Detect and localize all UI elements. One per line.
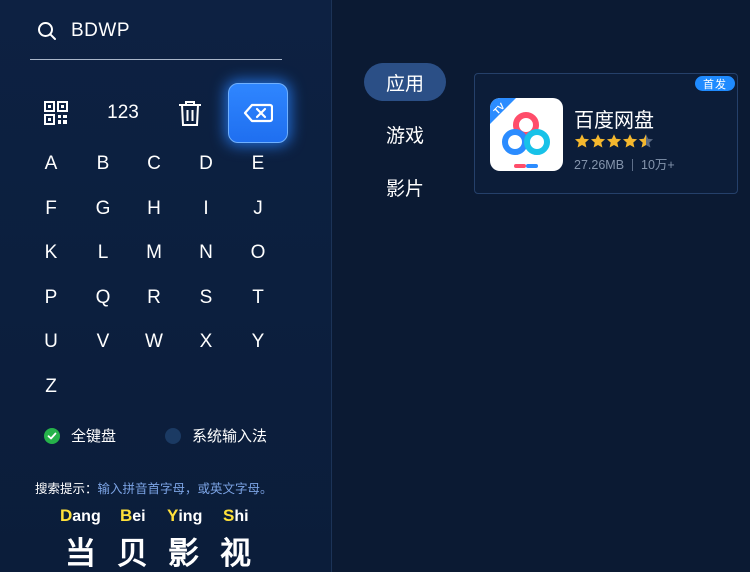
meta-divider <box>632 159 634 171</box>
search-query: BDWP <box>71 20 130 41</box>
mode-label: 系统输入法 <box>192 428 268 445</box>
search-bar[interactable]: BDWP <box>30 12 282 60</box>
brand-char-3: 影 <box>168 536 199 571</box>
hint-label: 搜索提示： <box>35 482 98 496</box>
mode-full-keyboard[interactable]: 全键盘 <box>44 425 116 446</box>
brand-pinyin-2: Bei <box>120 506 146 525</box>
baidu-netdisk-icon: TV <box>490 98 563 171</box>
key-a[interactable]: A <box>29 142 73 186</box>
star-rating <box>574 133 654 149</box>
input-mode-selector: 全键盘 系统输入法 <box>44 425 304 445</box>
backspace-icon <box>243 103 273 123</box>
numeric-key[interactable]: 123 <box>98 93 148 133</box>
key-n[interactable]: N <box>184 231 228 275</box>
key-t[interactable]: T <box>236 276 280 320</box>
new-release-badge: 首发 <box>695 76 735 91</box>
key-m[interactable]: M <box>132 231 176 275</box>
brand-char-1: 当 <box>65 536 96 571</box>
brand-pinyin-4: Shi <box>223 506 249 525</box>
key-s[interactable]: S <box>184 276 228 320</box>
app-downloads: 10万+ <box>641 158 675 172</box>
brand-pinyin-3: Ying <box>167 506 203 525</box>
key-q[interactable]: Q <box>81 276 125 320</box>
app-size: 27.26MB <box>574 158 625 172</box>
search-icon <box>38 22 56 40</box>
trash-icon <box>179 101 201 126</box>
tab-games[interactable]: 游戏 <box>364 115 446 153</box>
app-result-card[interactable]: 首发 TV 百度网盘 27.26MB 10万+ <box>474 73 738 194</box>
key-f[interactable]: F <box>29 187 73 231</box>
star-full-icon <box>606 134 622 148</box>
app-meta: 27.26MB 10万+ <box>574 154 675 173</box>
key-r[interactable]: R <box>132 276 176 320</box>
star-full-icon <box>590 134 606 148</box>
key-c[interactable]: C <box>132 142 176 186</box>
brand-char-4: 视 <box>220 536 251 571</box>
hint-text: 输入拼音首字母，或英文字母。 <box>97 482 273 496</box>
key-j[interactable]: J <box>236 187 280 231</box>
key-i[interactable]: I <box>184 187 228 231</box>
brand-char-2: 贝 <box>117 536 148 571</box>
tab-apps[interactable]: 应用 <box>364 63 446 101</box>
key-k[interactable]: K <box>29 231 73 275</box>
app-title: 百度网盘 <box>574 110 654 132</box>
brand-logo: Dang Bei Ying Shi 当 贝 影 视 <box>60 506 270 571</box>
brand-pinyin-1: Dang <box>60 506 101 525</box>
key-h[interactable]: H <box>132 187 176 231</box>
key-v[interactable]: V <box>81 320 125 364</box>
keyboard-panel: BDWP 123 A B C D E F G H I J K L M N O P… <box>0 0 332 572</box>
key-d[interactable]: D <box>184 142 228 186</box>
tab-movies[interactable]: 影片 <box>364 168 446 206</box>
star-full-icon <box>622 134 638 148</box>
key-p[interactable]: P <box>29 276 73 320</box>
key-w[interactable]: W <box>132 320 176 364</box>
clear-key[interactable] <box>168 93 212 133</box>
qr-code-icon <box>44 101 68 125</box>
search-hint: 搜索提示：输入拼音首字母，或英文字母。 <box>35 478 273 497</box>
key-x[interactable]: X <box>184 320 228 364</box>
key-u[interactable]: U <box>29 320 73 364</box>
qr-code-key[interactable] <box>34 93 78 133</box>
unchecked-radio-icon <box>165 427 181 444</box>
key-z[interactable]: Z <box>29 365 73 409</box>
key-e[interactable]: E <box>236 142 280 186</box>
key-l[interactable]: L <box>81 231 125 275</box>
star-half-icon <box>638 134 654 148</box>
backspace-key[interactable] <box>228 83 288 143</box>
mode-label: 全键盘 <box>71 428 117 445</box>
mode-system-ime[interactable]: 系统输入法 <box>165 425 267 446</box>
key-b[interactable]: B <box>81 142 125 186</box>
key-y[interactable]: Y <box>236 320 280 364</box>
key-o[interactable]: O <box>236 231 280 275</box>
star-full-icon <box>574 134 590 148</box>
checked-radio-icon <box>44 427 60 444</box>
key-g[interactable]: G <box>81 187 125 231</box>
